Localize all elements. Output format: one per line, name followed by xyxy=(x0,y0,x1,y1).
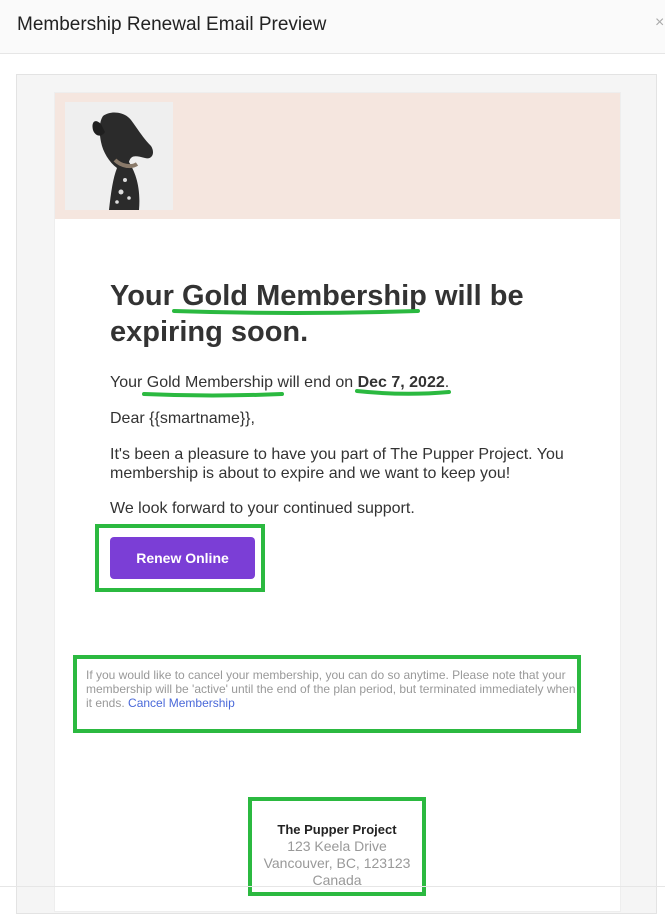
highlight-footer xyxy=(248,797,426,896)
highlight-cancel-notice xyxy=(73,655,581,733)
underline-end-membership xyxy=(142,392,284,398)
bottom-divider xyxy=(0,886,665,887)
highlight-renew-button xyxy=(95,524,265,592)
underline-headline-membership xyxy=(172,309,420,315)
annotation-underlines xyxy=(142,309,451,398)
underline-expiry-date xyxy=(355,389,451,396)
